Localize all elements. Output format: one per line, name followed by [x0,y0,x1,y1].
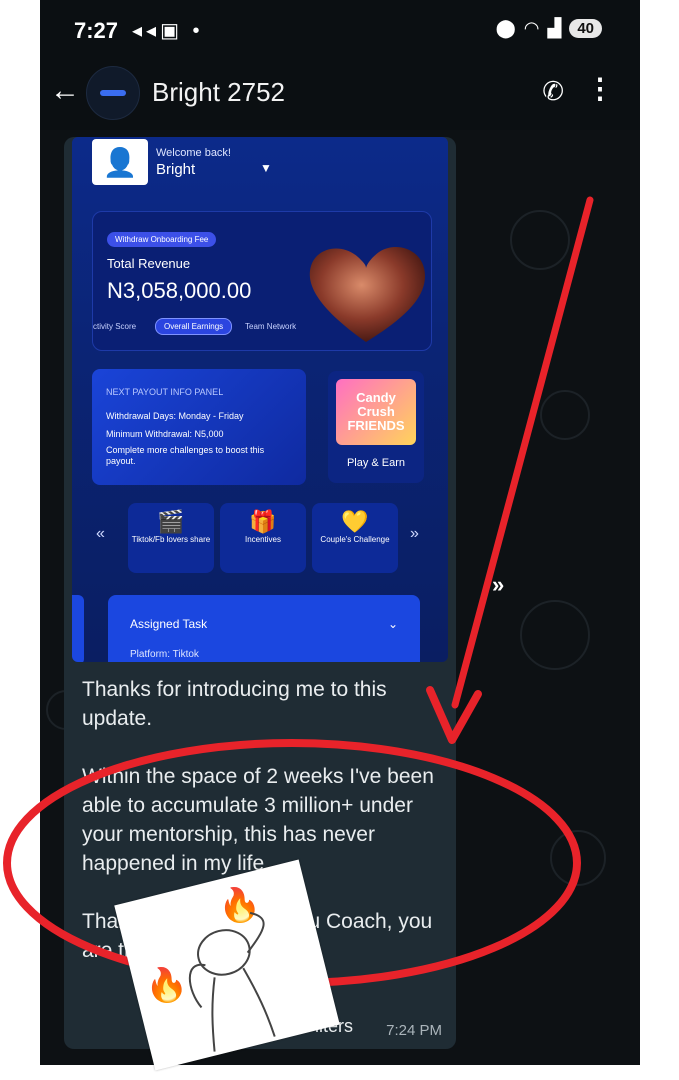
annotation-arrow [451,196,594,709]
annotation-overlay [3,196,594,987]
